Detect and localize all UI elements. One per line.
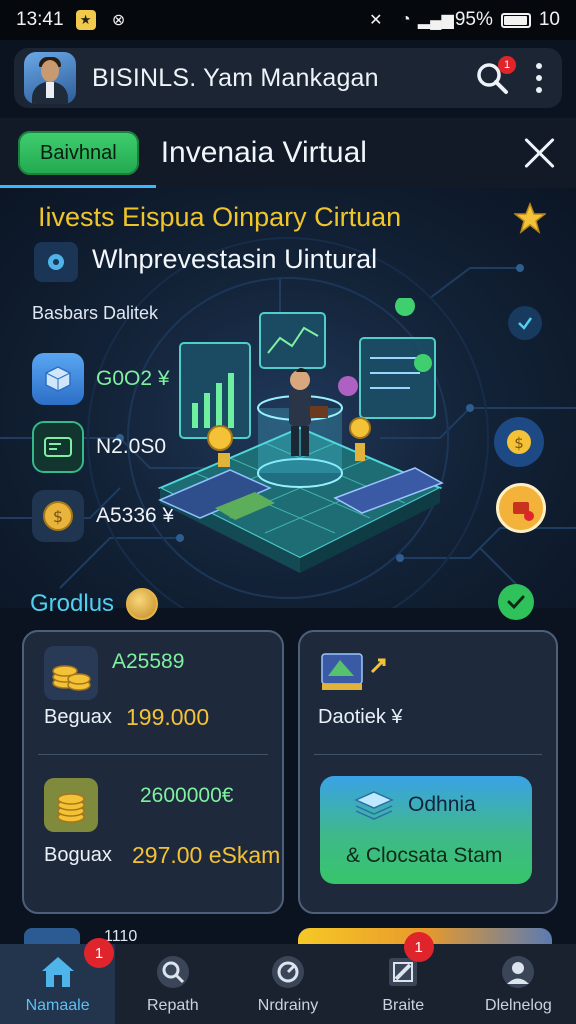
divider — [38, 754, 268, 755]
nav-badge: 1 — [84, 938, 114, 968]
nav-item-home[interactable]: 1 Namaale — [0, 938, 116, 1024]
svg-text:$: $ — [514, 434, 524, 452]
svg-text:$: $ — [53, 507, 63, 526]
alarm-icon: ⊗ — [111, 12, 126, 29]
button-bottom-label: & Clocsata Stam — [346, 844, 503, 867]
stat-item[interactable]: G0O2 ¥ — [32, 353, 170, 405]
cloud-stake-button[interactable]: Odhnia & Clocsata Stam — [320, 776, 532, 884]
app-notification-icon: ★ — [75, 10, 96, 30]
compass-icon — [272, 956, 304, 988]
notification-badge: 1 — [498, 56, 516, 74]
investment-illustration — [157, 298, 444, 573]
action-card[interactable]: Daotiek ¥ Odhnia & Clocsata Stam — [298, 630, 558, 914]
section-title: Grodlus — [30, 588, 159, 620]
nav-item-discover[interactable]: Nrdrainy — [230, 944, 345, 1024]
hero-banner: Iivests Eispua Oinpary Cirtuan Wlnpreves… — [0, 188, 576, 608]
dollar-coin-icon[interactable]: $ — [494, 417, 544, 467]
app-header: BISINLS. Yam Mankagan 1 — [14, 48, 562, 108]
shield-icon — [508, 306, 542, 340]
card-value: 297.00 eSkam — [132, 842, 281, 868]
nav-item-create[interactable]: 1 Braite — [346, 932, 461, 1024]
button-top-label: Odhnia — [408, 793, 476, 816]
medal-icon[interactable] — [496, 483, 546, 533]
divider — [314, 754, 542, 755]
mute-icon: ✕ — [369, 12, 383, 29]
search-icon — [156, 956, 189, 988]
monitor-icon — [321, 653, 386, 690]
card-amount: A25589 — [112, 650, 185, 673]
status-extra: 10 — [538, 9, 560, 30]
search-button[interactable]: 1 — [474, 56, 516, 96]
wallet-icon — [32, 421, 84, 473]
coin-icon — [126, 588, 159, 620]
battery-percent: 95% — [454, 9, 493, 30]
nav-item-profile[interactable]: Dlelnelog — [461, 944, 576, 1024]
coin-stack-icon — [44, 778, 98, 832]
nav-label: Namaale — [25, 997, 90, 1014]
nav-label: Braite — [382, 997, 425, 1014]
coins-icon: $ — [32, 490, 84, 542]
card-label: Beguax — [44, 706, 112, 728]
stat-item[interactable]: N2.0S0 — [32, 421, 166, 473]
nav-item-search[interactable]: Repath — [115, 944, 230, 1024]
coin-stack-icon — [44, 646, 98, 700]
tab-bar: Baivhnal Invenaia Virtual — [0, 118, 576, 188]
profile-icon — [502, 956, 535, 988]
close-icon[interactable] — [522, 135, 558, 171]
gear-icon — [34, 242, 78, 282]
section-title-text: Grodlus — [30, 590, 115, 617]
check-icon[interactable] — [498, 584, 534, 620]
nav-label: Dlelnelog — [485, 997, 552, 1014]
signal-icon: ▂▄▆ — [417, 12, 454, 29]
star-icon[interactable] — [514, 202, 546, 234]
home-icon — [41, 957, 74, 987]
avatar[interactable] — [24, 52, 76, 104]
wifi-icon: ◔ — [400, 11, 411, 28]
nav-label: Repath — [147, 997, 199, 1014]
card-label: Daotiek ¥ — [318, 706, 403, 728]
card-amount: 2600000€ — [140, 784, 234, 807]
card-value: 199.000 — [126, 704, 210, 730]
cube-icon — [32, 353, 84, 405]
status-bar: 13:41 ★ ⊗ ✕ ◔ ▂▄▆ 95% 10 — [0, 0, 576, 40]
app-title: BISINLS. Yam Mankagan — [92, 63, 379, 92]
status-time: 13:41 — [16, 9, 64, 30]
hero-subtitle: Wlnprevestasin Uintural — [92, 244, 378, 274]
tab-active[interactable]: Baivhnal — [18, 131, 139, 175]
nav-badge: 1 — [403, 932, 434, 962]
card-label: Boguax — [44, 844, 112, 866]
battery-icon — [500, 12, 531, 28]
stack-icon — [354, 791, 394, 820]
earnings-card[interactable]: A25589 Beguax 199.000 2600000€ Boguax 29… — [22, 630, 284, 914]
page-title: Invenaia Virtual — [160, 136, 367, 169]
nav-label: Nrdrainy — [257, 997, 319, 1014]
bottom-nav: 1 Namaale Repath Nrdrainy 1 Braite Dleln… — [0, 932, 576, 1024]
hero-caption: Basbars Dalitek — [32, 303, 159, 323]
hero-title: Iivests Eispua Oinpary Cirtuan — [38, 202, 402, 232]
more-options-button[interactable] — [534, 63, 544, 93]
